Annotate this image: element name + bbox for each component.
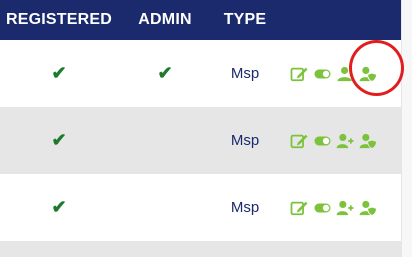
- users-table: REGISTERED ADMIN TYPE ✔ ✔ Msp ✔ Msp ✔ Ms…: [0, 0, 402, 241]
- edit-icon[interactable]: [290, 133, 309, 149]
- admin-check: ✔: [157, 63, 173, 83]
- user-plus-icon[interactable]: [336, 133, 355, 149]
- toggle-icon[interactable]: [313, 66, 332, 82]
- vertical-scrollbar[interactable]: [401, 0, 412, 257]
- admin-check: [120, 174, 210, 241]
- registered-check: ✔: [51, 63, 67, 83]
- toggle-icon[interactable]: [313, 200, 332, 216]
- header-admin: ADMIN: [138, 11, 192, 28]
- type-value: Msp: [230, 65, 260, 82]
- header-type: TYPE: [223, 11, 267, 28]
- toggle-icon[interactable]: [313, 133, 332, 149]
- type-value: Msp: [230, 199, 260, 216]
- table-row: ✔ ✔ Msp: [0, 40, 402, 107]
- user-shield-icon[interactable]: [359, 200, 378, 216]
- highlight-circle: [349, 40, 404, 96]
- registered-check: ✔: [51, 197, 67, 217]
- header-registered: REGISTERED: [5, 11, 112, 28]
- type-value: Msp: [230, 132, 260, 149]
- table-header: REGISTERED ADMIN TYPE: [0, 0, 402, 40]
- user-plus-icon[interactable]: [336, 200, 355, 216]
- edit-icon[interactable]: [290, 66, 309, 82]
- user-shield-icon[interactable]: [359, 133, 378, 149]
- registered-check: ✔: [51, 130, 67, 150]
- row-actions: [290, 107, 390, 174]
- edit-icon[interactable]: [290, 200, 309, 216]
- table-row-partial: [0, 241, 402, 257]
- table-row: ✔ Msp: [0, 107, 402, 174]
- table-row: ✔ Msp: [0, 174, 402, 241]
- row-actions: [290, 174, 390, 241]
- admin-check: [120, 107, 210, 174]
